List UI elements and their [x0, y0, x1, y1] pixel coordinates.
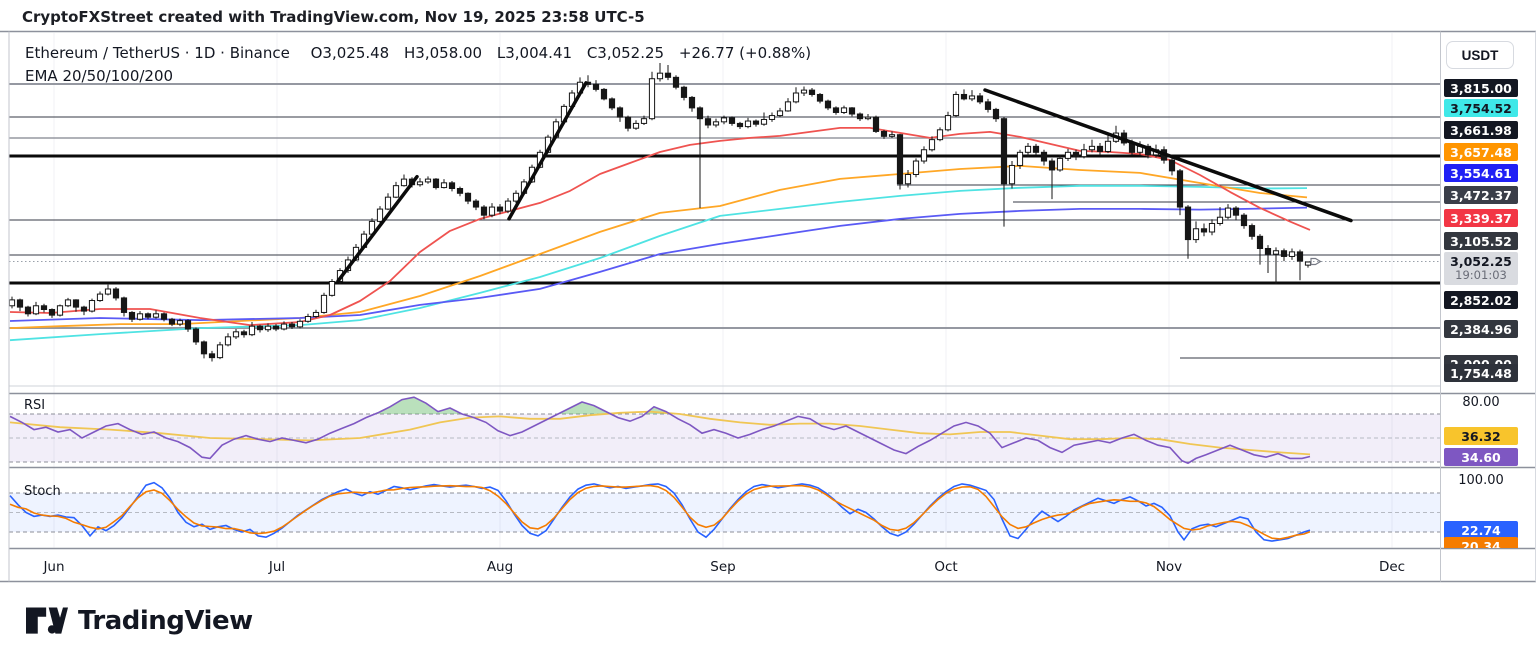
watermark-text: CryptoFXStreet created with TradingView.… — [22, 8, 645, 26]
ohlc-close: C3,052.25 — [587, 44, 664, 62]
ohlc-high: H3,058.00 — [404, 44, 482, 62]
bar-countdown: 19:01:03 — [1455, 269, 1507, 282]
price-axis-label[interactable]: 3,105.52 — [1444, 232, 1518, 250]
time-axis-label-aug[interactable]: Aug — [487, 559, 513, 575]
stoch-axis-label[interactable]: 100.00 — [1444, 471, 1518, 489]
stoch-pane-label[interactable]: Stoch — [24, 484, 61, 499]
rsi-axis-label[interactable]: 80.00 — [1444, 393, 1518, 411]
price-axis-label[interactable]: 3,754.52 — [1444, 99, 1518, 117]
current-price-label[interactable]: 3,052.2519:01:03 — [1444, 252, 1518, 285]
rsi-axis-label[interactable]: 34.60 — [1444, 448, 1518, 466]
ohlc-change: +26.77 (+0.88%) — [679, 44, 811, 62]
time-axis-label-dec[interactable]: Dec — [1379, 559, 1405, 575]
tradingview-logo[interactable]: TradingView — [26, 604, 253, 638]
price-axis-label[interactable]: 1,754.48 — [1444, 364, 1518, 382]
time-axis-label-sep[interactable]: Sep — [710, 559, 735, 575]
price-axis-label[interactable]: 3,815.00 — [1444, 79, 1518, 97]
price-axis-label[interactable]: 3,661.98 — [1444, 121, 1518, 139]
stoch-pane[interactable] — [9, 483, 1440, 541]
time-axis-label-jun[interactable]: Jun — [43, 559, 64, 575]
chart-legend[interactable]: Ethereum / TetherUS · 1D · Binance O3,02… — [25, 44, 821, 62]
rsi-pane[interactable] — [9, 397, 1440, 463]
chart-canvas[interactable] — [0, 0, 1536, 662]
price-axis-label[interactable]: 3,657.48 — [1444, 143, 1518, 161]
price-axis-label[interactable]: 3,339.37 — [1444, 209, 1518, 227]
price-axis-label[interactable]: 2,852.02 — [1444, 291, 1518, 309]
time-axis-label-oct[interactable]: Oct — [934, 559, 957, 575]
tradingview-logo-text: TradingView — [78, 606, 253, 636]
time-axis-label-nov[interactable]: Nov — [1156, 559, 1182, 575]
price-axis-label[interactable]: 3,472.37 — [1444, 186, 1518, 204]
rsi-axis-label[interactable]: 36.32 — [1444, 427, 1518, 445]
currency-toggle-button[interactable]: USDT — [1446, 41, 1514, 69]
ohlc-open: O3,025.48 — [311, 44, 390, 62]
tradingview-chart-page: CryptoFXStreet created with TradingView.… — [0, 0, 1536, 662]
rsi-pane-label[interactable]: RSI — [24, 398, 45, 413]
price-axis-label[interactable]: 3,554.61 — [1444, 164, 1518, 182]
last-price-arrow-icon — [1311, 259, 1321, 265]
ema100-line[interactable] — [10, 166, 1307, 328]
tradingview-logo-icon — [26, 604, 68, 638]
symbol-title: Ethereum / TetherUS · 1D · Binance — [25, 44, 290, 62]
ema50-line[interactable] — [10, 208, 1307, 321]
ohlc-low: L3,004.41 — [497, 44, 572, 62]
trendline[interactable] — [509, 83, 586, 219]
current-price-value: 3,052.25 — [1450, 255, 1512, 269]
time-axis-label-jul[interactable]: Jul — [269, 559, 285, 575]
price-axis-label[interactable]: 2,384.96 — [1444, 320, 1518, 338]
stoch-d-axis-label[interactable]: 20.34 — [1444, 537, 1518, 548]
stoch-d-axis-label-text: 20.34 — [1444, 537, 1518, 548]
ema-indicator-legend[interactable]: EMA 20/50/100/200 — [25, 67, 173, 85]
price-pane[interactable] — [9, 63, 1440, 386]
